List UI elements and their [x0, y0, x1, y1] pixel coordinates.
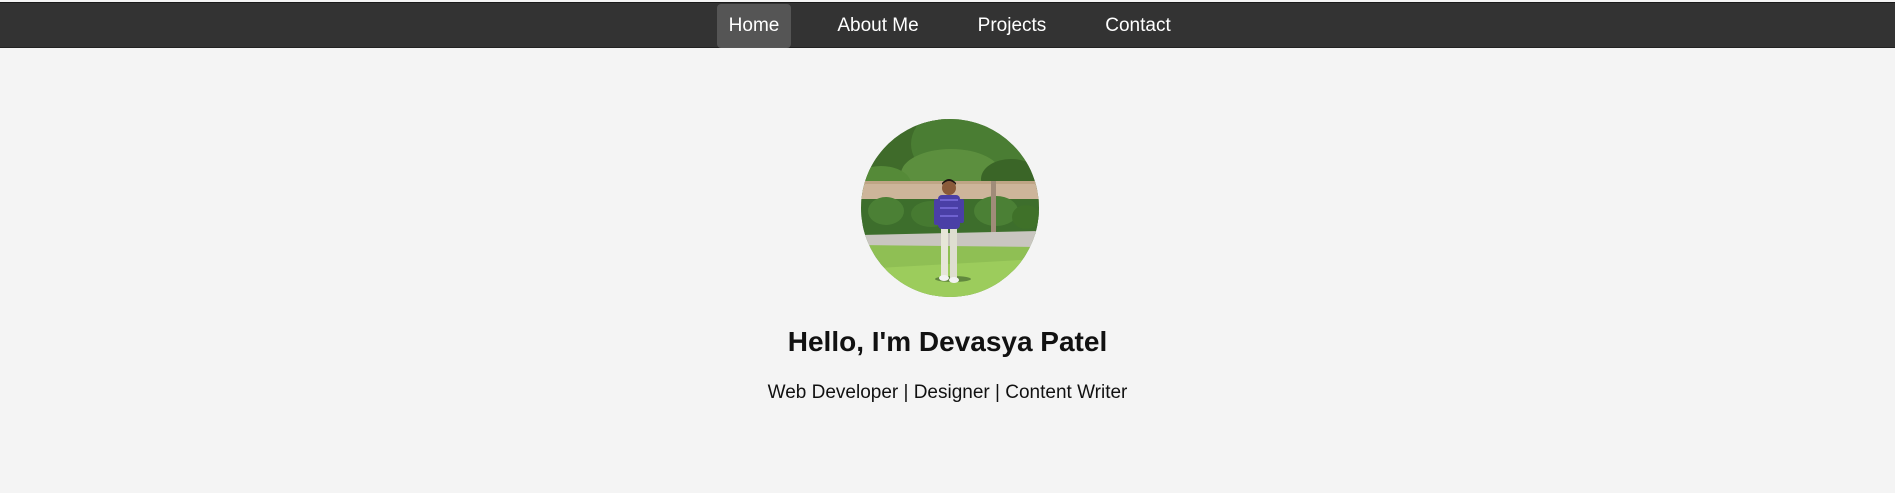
hero-title: Hello, I'm Devasya Patel [787, 326, 1108, 357]
nav-item-contact[interactable]: Contact [1097, 4, 1179, 48]
nav-item-projects[interactable]: Projects [967, 4, 1057, 48]
nav-item-home[interactable]: Home [717, 4, 791, 48]
hero-subtitle: Web Developer | Designer | Content Write… [767, 382, 1128, 403]
nav-item-about-me[interactable]: About Me [828, 4, 928, 48]
top-navbar: Home About Me Projects Contact [0, 2, 1895, 48]
profile-photo [861, 119, 1039, 297]
